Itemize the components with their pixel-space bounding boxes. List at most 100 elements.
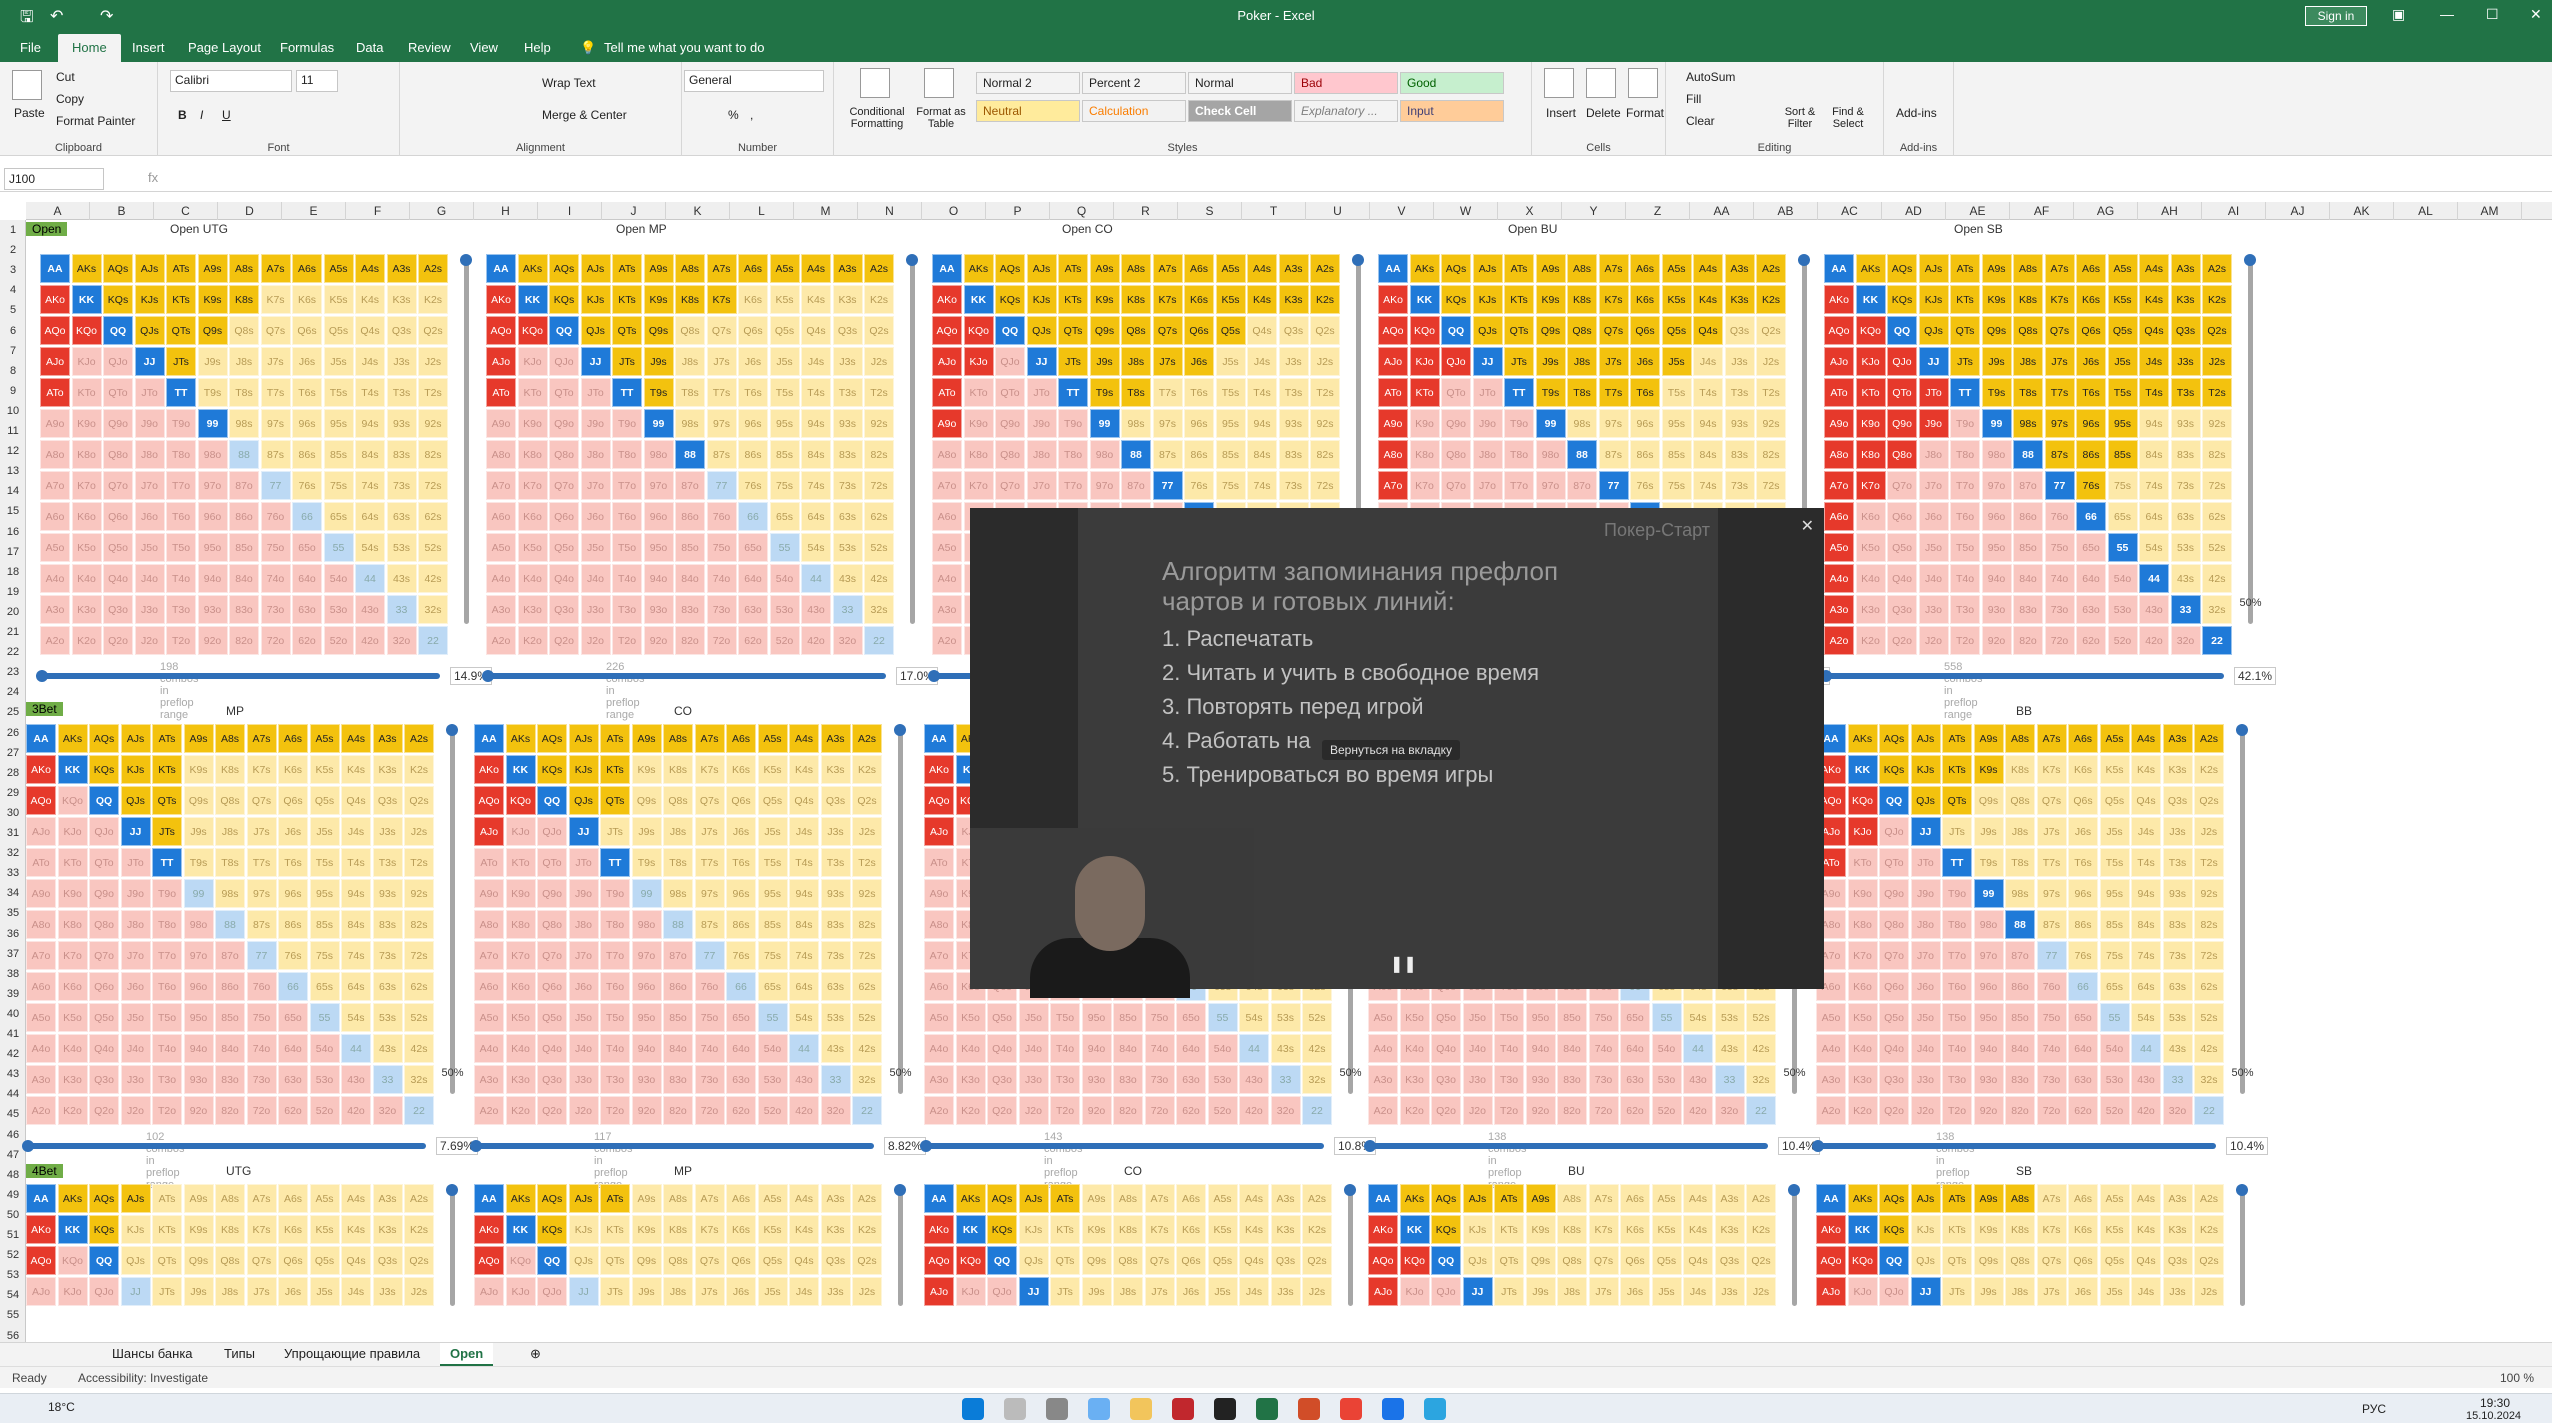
hand-cell[interactable]: J3s (372, 817, 403, 846)
hand-cell[interactable]: 97s (2044, 409, 2075, 438)
hand-cell[interactable]: AA (474, 1184, 504, 1213)
hand-cell[interactable]: Q3s (1714, 1246, 1745, 1275)
hand-cell[interactable]: AQo (26, 1246, 56, 1275)
hand-cell[interactable]: KJo (1847, 817, 1878, 846)
hand-cell[interactable]: 86s (278, 910, 308, 939)
hand-cell[interactable]: T3s (386, 378, 417, 407)
hand-cell[interactable]: 72o (706, 626, 737, 655)
hand-cell[interactable]: AA (26, 724, 56, 753)
hand-cell[interactable]: 75s (323, 471, 354, 500)
hand-cell[interactable]: 64s (789, 972, 819, 1001)
hand-cell[interactable]: K4o (71, 564, 102, 593)
hand-cell[interactable]: 92s (1310, 409, 1340, 438)
clock-date[interactable]: 15.10.2024 (2466, 1410, 2521, 1422)
hand-cell[interactable]: 65o (1176, 1003, 1206, 1032)
hand-cell[interactable]: AKs (57, 724, 88, 753)
hand-cell[interactable]: Q4s (789, 1246, 819, 1275)
hand-cell[interactable]: JTo (580, 378, 611, 407)
hand-cell[interactable]: Q8o (549, 440, 579, 469)
column-header[interactable]: AD (1882, 202, 1946, 220)
hand-cell[interactable]: 95o (1081, 1003, 1112, 1032)
hand-cell[interactable]: Q5s (1207, 1246, 1238, 1275)
hand-cell[interactable]: 22 (2194, 1096, 2224, 1125)
hand-cell[interactable]: AQs (987, 1184, 1017, 1213)
hand-cell[interactable]: Q4o (103, 564, 133, 593)
slider-knob[interactable] (2235, 1184, 2248, 1196)
hand-cell[interactable]: AKo (1824, 285, 1854, 314)
hand-cell[interactable]: 32o (832, 626, 863, 655)
slider-knob[interactable] (905, 254, 918, 266)
hand-cell[interactable]: T5o (600, 1003, 630, 1032)
hand-cell[interactable]: AQo (1816, 1246, 1846, 1275)
hand-cell[interactable]: Q5s (2099, 1246, 2130, 1275)
hand-cell[interactable]: KQs (549, 285, 579, 314)
range-slider[interactable] (474, 1143, 874, 1149)
hand-cell[interactable]: 75s (2107, 471, 2138, 500)
hand-cell[interactable]: K5o (1847, 1003, 1878, 1032)
hand-cell[interactable]: K3s (2162, 755, 2193, 784)
hand-cell[interactable]: T5o (612, 533, 642, 562)
hand-cell[interactable]: QJo (1879, 817, 1909, 846)
excel-icon[interactable] (1256, 1398, 1278, 1420)
hand-cell[interactable]: A2s (404, 724, 434, 753)
hand-cell[interactable]: Q5s (1661, 316, 1692, 345)
hand-cell[interactable]: 86o (2013, 502, 2043, 531)
hand-cell[interactable]: 32o (386, 626, 417, 655)
range-slider[interactable] (1368, 1143, 1768, 1149)
hand-cell[interactable]: K4s (2131, 755, 2161, 784)
hand-cell[interactable]: J7s (1152, 347, 1183, 376)
hand-cell[interactable]: 44 (341, 1034, 371, 1063)
hand-cell[interactable]: AJo (1378, 347, 1408, 376)
hand-cell[interactable]: 62o (1176, 1096, 1206, 1125)
hand-cell[interactable]: 76o (246, 972, 277, 1001)
hand-cell[interactable]: 54s (789, 1003, 819, 1032)
row-header[interactable]: 11 (0, 421, 26, 441)
hand-cell[interactable]: TT (612, 378, 642, 407)
hand-cell[interactable]: TT (1058, 378, 1088, 407)
hand-cell[interactable]: K3s (372, 1215, 403, 1244)
hand-cell[interactable]: K8o (1409, 440, 1440, 469)
hand-cell[interactable]: ATo (924, 848, 954, 877)
range-slider-knob[interactable] (22, 1140, 34, 1152)
hand-cell[interactable]: 54o (309, 1034, 340, 1063)
hand-cell[interactable]: J4s (1683, 1277, 1713, 1306)
hand-cell[interactable]: 65o (738, 533, 768, 562)
hand-cell[interactable]: QJs (1026, 316, 1057, 345)
hand-cell[interactable]: 32o (1714, 1096, 1745, 1125)
hand-cell[interactable]: Q9o (549, 409, 579, 438)
hand-cell[interactable]: KQs (1879, 755, 1909, 784)
hand-cell[interactable]: K6s (1620, 1215, 1650, 1244)
hand-cell[interactable]: Q7s (2036, 1246, 2067, 1275)
hand-cell[interactable]: 87o (1121, 471, 1151, 500)
hand-cell[interactable]: QJs (134, 316, 165, 345)
hand-cell[interactable]: AKo (474, 755, 504, 784)
hand-cell[interactable]: TT (600, 848, 630, 877)
hand-cell[interactable]: J8o (134, 440, 165, 469)
hand-cell[interactable]: Q4o (537, 1034, 567, 1063)
hand-cell[interactable]: 92o (1525, 1096, 1556, 1125)
hand-cell[interactable]: T8o (1058, 440, 1088, 469)
hand-cell[interactable]: A9s (1081, 1184, 1112, 1213)
hand-cell[interactable]: Q8s (1121, 316, 1151, 345)
hand-cell[interactable]: J3o (1910, 1065, 1941, 1094)
column-header[interactable]: K (666, 202, 730, 220)
hand-cell[interactable]: K9s (197, 285, 228, 314)
hand-cell[interactable]: Q2s (2194, 786, 2224, 815)
hand-cell[interactable]: 42s (1746, 1034, 1776, 1063)
hand-cell[interactable]: JTs (152, 817, 182, 846)
hand-cell[interactable]: 52o (323, 626, 354, 655)
hand-cell[interactable]: 97o (1973, 941, 2004, 970)
sheet-tab-open[interactable]: Open (440, 1343, 494, 1366)
hand-cell[interactable]: J6s (1184, 347, 1214, 376)
hand-cell[interactable]: 85o (2005, 1003, 2035, 1032)
hand-cell[interactable]: A2s (852, 1184, 882, 1213)
hand-cell[interactable]: A2s (404, 1184, 434, 1213)
hand-cell[interactable]: 62o (278, 1096, 308, 1125)
hand-cell[interactable]: T9o (1058, 409, 1088, 438)
hand-cell[interactable]: K9s (1525, 1215, 1556, 1244)
hand-cell[interactable]: T6s (292, 378, 322, 407)
hand-cell[interactable]: 62s (864, 502, 894, 531)
format-cells-icon[interactable] (1628, 68, 1658, 98)
hand-cell[interactable]: AKs (955, 1184, 986, 1213)
hand-cell[interactable]: T4s (2139, 378, 2169, 407)
